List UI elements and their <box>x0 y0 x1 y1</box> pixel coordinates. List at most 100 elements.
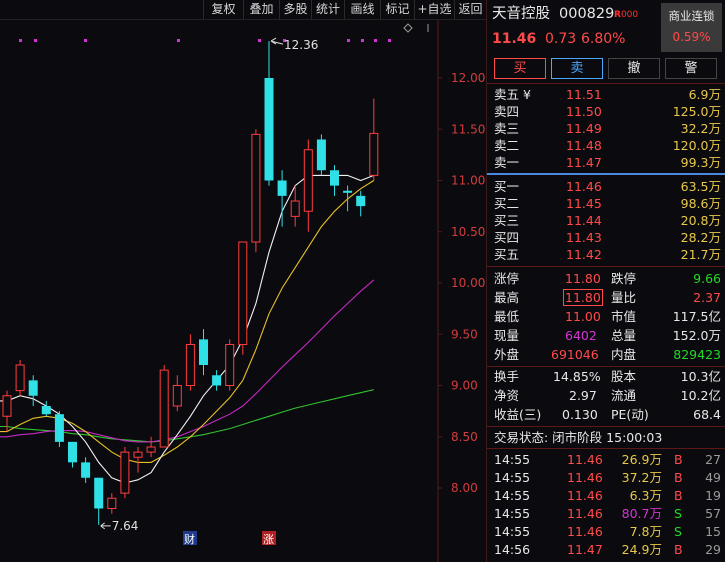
tick-price: 11.46 <box>567 488 603 503</box>
ask-price: 11.48 <box>566 138 602 153</box>
event-dot <box>374 39 377 42</box>
ask-volume: 125.0万 <box>672 104 721 119</box>
candle-body <box>54 414 64 442</box>
bid-row-5[interactable]: 买五 11.42 21.7万 <box>487 246 725 263</box>
sector-box[interactable]: 商业连锁 0.59% <box>661 3 722 52</box>
stat-label: 换手 <box>494 369 520 384</box>
divider <box>487 426 725 427</box>
toolbar-adjust-button[interactable]: 复权 <box>203 0 243 20</box>
ask-label: 卖三 <box>494 121 520 136</box>
bid-volume: 63.5万 <box>680 179 721 194</box>
tick-price: 11.46 <box>567 452 603 467</box>
cancel-order-button[interactable]: 撤 <box>608 58 660 79</box>
stat-label: 外盘 <box>494 347 520 362</box>
kline-chart[interactable]: 12.00 11.50 11.00 10.50 10.00 9.50 9.00 8.50 8.0… <box>0 20 486 562</box>
tick-price: 11.46 <box>567 524 603 539</box>
buy-button[interactable]: 买 <box>494 58 546 79</box>
bid-row-3[interactable]: 买三 11.44 20.8万 <box>487 212 725 229</box>
rating-badge: R000 <box>614 5 638 25</box>
y-tick-label: 8.00 <box>451 481 478 495</box>
stat-label: 市值 <box>611 309 637 324</box>
bid-row-1[interactable]: 买一 11.46 63.5万 <box>487 178 725 195</box>
stat-value: 6402 <box>565 328 597 343</box>
stat-value: 152.0万 <box>672 328 721 343</box>
ask-volume: 120.0万 <box>672 138 721 153</box>
candle-body <box>81 462 91 478</box>
candle-body <box>238 241 248 345</box>
stat-value: 10.2亿 <box>680 388 721 403</box>
bid-row-2[interactable]: 买二 11.45 98.6万 <box>487 195 725 212</box>
ask-price: 11.51 <box>566 87 602 102</box>
tick-volume: 80.7万 <box>621 506 662 521</box>
bid-volume: 21.7万 <box>680 247 721 262</box>
divider <box>487 366 725 367</box>
candle-body <box>146 446 156 453</box>
stat-label: 内盘 <box>611 347 637 362</box>
stat-label: 涨停 <box>494 271 520 286</box>
kline-svg: 12.00 11.50 11.00 10.50 10.00 9.50 9.00 8.50 8.0… <box>0 20 485 562</box>
candle-body <box>343 190 353 193</box>
candle-body <box>133 451 143 458</box>
tick-time: 14:55 <box>494 506 531 521</box>
stat-row-volume: 现量 6402 总量 152.0万 <box>487 327 725 344</box>
tick-time: 14:55 <box>494 524 531 539</box>
event-dot <box>177 39 180 42</box>
tick-volume: 26.9万 <box>621 452 662 467</box>
toolbar-multi-stock-button[interactable]: 多股 <box>279 0 311 20</box>
stat-value: 10.3亿 <box>680 369 721 384</box>
y-tick-label: 11.50 <box>451 122 485 136</box>
candle-body <box>264 78 274 181</box>
toolbar-mark-button[interactable]: 标记 <box>380 0 414 20</box>
stat-value: 117.5亿 <box>672 309 721 324</box>
event-dot <box>347 39 350 42</box>
toolbar-draw-button[interactable]: 画线 <box>344 0 380 20</box>
stock-name: 天音控股 <box>492 6 550 22</box>
ask-row-2[interactable]: 卖二 11.48 120.0万 <box>487 137 725 154</box>
toolbar-overlay-button[interactable]: 叠加 <box>243 0 279 20</box>
toolbar-back-button[interactable]: 返回 <box>454 0 486 20</box>
bid-label: 买一 <box>494 179 520 194</box>
stat-row-outer-inner: 外盘 691046 内盘 829423 <box>487 346 725 363</box>
bid-volume: 28.2万 <box>680 230 721 245</box>
ask-row-4[interactable]: 卖四 11.50 125.0万 <box>487 103 725 120</box>
candle-body <box>68 441 77 463</box>
stat-value: 11.80 <box>563 289 603 306</box>
candle-body <box>107 497 117 509</box>
tick-count: 15 <box>705 524 721 539</box>
price-alert-button[interactable]: 警 <box>665 58 717 79</box>
tick-row: 14:56 11.47 24.9万 B 29 <box>487 541 725 558</box>
candle-body <box>41 406 51 415</box>
candle-body <box>251 133 261 243</box>
stat-value: 0.130 <box>562 407 598 422</box>
toolbar-stats-button[interactable]: 统计 <box>311 0 344 20</box>
tick-count: 49 <box>705 470 721 485</box>
candle-body <box>303 149 313 212</box>
y-tick-label: 11.00 <box>451 174 485 188</box>
sell-button[interactable]: 卖 <box>551 58 603 79</box>
stat-value: 14.85% <box>553 369 601 384</box>
candle-body <box>120 451 130 494</box>
candle-body <box>199 339 208 365</box>
ask-row-1[interactable]: 卖一 11.47 99.3万 <box>487 154 725 171</box>
candle-body <box>290 200 300 217</box>
ask-row-5[interactable]: 卖五 ¥ 11.51 6.9万 <box>487 86 725 103</box>
stat-label: 量比 <box>611 290 637 305</box>
bid-row-4[interactable]: 买四 11.43 28.2万 <box>487 229 725 246</box>
bid-label: 买四 <box>494 230 520 245</box>
candle-body <box>185 344 195 386</box>
toolbar-add-watchlist-button[interactable]: +自选 <box>414 0 454 20</box>
low-arrow <box>100 522 111 530</box>
stat-value: 11.00 <box>565 309 601 324</box>
ask-price: 11.47 <box>566 155 602 170</box>
tick-count: 29 <box>705 542 721 557</box>
event-dot <box>258 39 261 42</box>
tick-side: S <box>674 506 682 521</box>
diamond-icon <box>403 23 413 33</box>
chart-toolbar: 复权 叠加 多股 统计 画线 标记 +自选 返回 <box>0 0 486 20</box>
ask-volume: 99.3万 <box>680 155 721 170</box>
price-change: 0.73 <box>545 31 577 47</box>
stat-value: 68.4 <box>693 407 721 422</box>
ask-row-3[interactable]: 卖三 11.49 32.2万 <box>487 120 725 137</box>
stat-value: 2.97 <box>569 388 597 403</box>
bid-label: 买五 <box>494 247 520 262</box>
